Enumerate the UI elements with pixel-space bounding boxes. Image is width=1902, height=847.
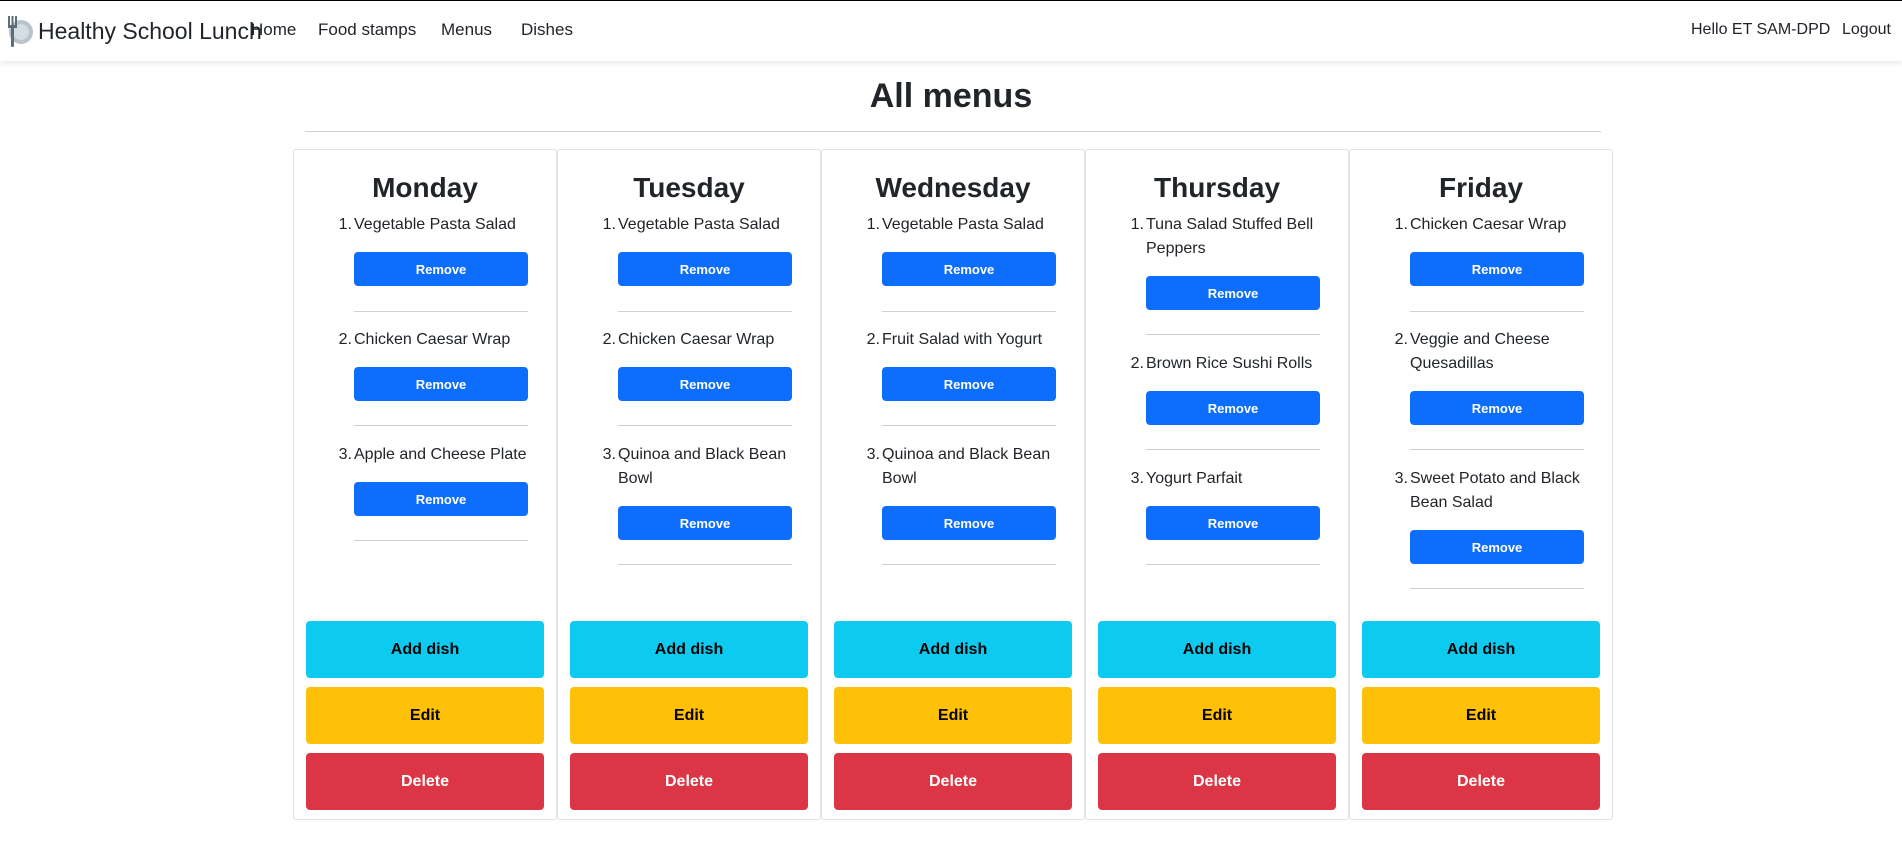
delete-menu-button[interactable]: Delete <box>1362 753 1600 810</box>
navbar: Healthy School Lunch Home Food stamps Me… <box>0 0 1902 61</box>
edit-menu-button[interactable]: Edit <box>1098 687 1336 744</box>
dish-divider <box>1410 588 1584 589</box>
menu-card-tuesday: Tuesday 1. Vegetable Pasta Salad Remove 2… <box>557 149 821 820</box>
dish-number: 2. <box>1130 355 1144 372</box>
dish-divider <box>354 425 528 426</box>
remove-dish-button[interactable]: Remove <box>618 506 792 540</box>
day-title: Tuesday <box>633 172 745 203</box>
dish-number: 2. <box>602 331 616 348</box>
menu-card-wednesday: Wednesday 1. Vegetable Pasta Salad Remove… <box>821 149 1085 820</box>
delete-menu-button[interactable]: Delete <box>1098 753 1336 810</box>
dish-number: 2. <box>1394 331 1408 348</box>
dish-number: 1. <box>1394 216 1408 233</box>
dish-divider <box>1146 449 1320 450</box>
dish-name: Vegetable Pasta Salad <box>354 216 516 233</box>
delete-menu-button[interactable]: Delete <box>306 753 544 810</box>
dish-name: Brown Rice Sushi Rolls <box>1146 355 1313 372</box>
menu-card-thursday: Thursday 1. Tuna Salad Stuffed Bell Peppe… <box>1085 149 1349 820</box>
dish-number: 1. <box>866 216 880 233</box>
plate-fork-icon <box>8 16 33 47</box>
dish-name: Chicken Caesar Wrap <box>354 331 511 348</box>
dish-number: 1. <box>1130 216 1144 233</box>
remove-dish-button[interactable]: Remove <box>882 506 1056 540</box>
logout-link[interactable]: Logout <box>1842 21 1891 39</box>
dish-divider <box>618 425 792 426</box>
dish-name: Vegetable Pasta Salad <box>618 216 780 233</box>
dish-name: Vegetable Pasta Salad <box>882 216 1044 233</box>
remove-dish-button[interactable]: Remove <box>354 367 528 401</box>
menu-card-monday: Monday 1. Vegetable Pasta Salad Remove 2.… <box>293 149 557 820</box>
dish-divider <box>354 311 528 312</box>
remove-dish-button[interactable]: Remove <box>1146 391 1320 425</box>
remove-dish-button[interactable]: Remove <box>1410 391 1584 425</box>
dish-number: 2. <box>866 331 880 348</box>
remove-dish-button[interactable]: Remove <box>882 367 1056 401</box>
brand-title: Healthy School Lunch <box>38 17 262 44</box>
add-dish-button[interactable]: Add dish <box>1362 621 1600 678</box>
remove-dish-button[interactable]: Remove <box>882 252 1056 286</box>
brand-link[interactable]: Healthy School Lunch <box>4 13 262 49</box>
dish-name: Yogurt Parfait <box>1146 470 1243 487</box>
dish-name: Quinoa and Black Bean Bowl <box>618 446 787 487</box>
delete-menu-button[interactable]: Delete <box>570 753 808 810</box>
dish-divider <box>882 425 1056 426</box>
edit-menu-button[interactable]: Edit <box>306 687 544 744</box>
add-dish-button[interactable]: Add dish <box>570 621 808 678</box>
edit-menu-button[interactable]: Edit <box>834 687 1072 744</box>
remove-dish-button[interactable]: Remove <box>1410 530 1584 564</box>
remove-dish-button[interactable]: Remove <box>618 367 792 401</box>
nav-food-stamps[interactable]: Food stamps <box>318 20 416 40</box>
page-title: All menus <box>869 77 1033 115</box>
dish-divider <box>1146 334 1320 335</box>
dish-name: Veggie and Cheese Quesadillas <box>1410 331 1550 372</box>
dish-number: 3. <box>1130 470 1144 487</box>
dish-number: 3. <box>338 446 352 463</box>
dish-name: Apple and Cheese Plate <box>354 446 527 463</box>
day-title: Wednesday <box>875 172 1031 203</box>
add-dish-button[interactable]: Add dish <box>834 621 1072 678</box>
dish-name: Quinoa and Black Bean Bowl <box>882 446 1051 487</box>
dish-name: Chicken Caesar Wrap <box>1410 216 1567 233</box>
dish-name: Fruit Salad with Yogurt <box>882 331 1043 348</box>
dish-divider <box>1146 564 1320 565</box>
dish-number: 2. <box>338 331 352 348</box>
dish-divider <box>1410 449 1584 450</box>
delete-menu-button[interactable]: Delete <box>834 753 1072 810</box>
remove-dish-button[interactable]: Remove <box>1410 252 1584 286</box>
edit-menu-button[interactable]: Edit <box>1362 687 1600 744</box>
day-title: Monday <box>372 172 478 203</box>
dish-name: Chicken Caesar Wrap <box>618 331 775 348</box>
day-title: Thursday <box>1153 172 1281 203</box>
dish-number: 1. <box>338 216 352 233</box>
dish-number: 3. <box>866 446 880 463</box>
dish-number: 3. <box>1394 470 1408 487</box>
dish-divider <box>882 564 1056 565</box>
add-dish-button[interactable]: Add dish <box>1098 621 1336 678</box>
user-greeting: Hello ET SAM-DPD <box>1691 21 1831 38</box>
remove-dish-button[interactable]: Remove <box>618 252 792 286</box>
day-title: Friday <box>1438 172 1524 203</box>
remove-dish-button[interactable]: Remove <box>1146 506 1320 540</box>
title-divider <box>305 131 1601 132</box>
dish-name: Sweet Potato and Black Bean Salad <box>1410 470 1580 511</box>
dish-divider <box>618 564 792 565</box>
remove-dish-button[interactable]: Remove <box>1146 276 1320 310</box>
dish-divider <box>1410 311 1584 312</box>
nav-home[interactable]: Home <box>251 20 296 40</box>
dish-divider <box>618 311 792 312</box>
menu-card-friday: Friday 1. Chicken Caesar Wrap Remove 2. Ve… <box>1349 149 1613 820</box>
remove-dish-button[interactable]: Remove <box>354 482 528 516</box>
dish-name: Tuna Salad Stuffed Bell Peppers <box>1146 216 1314 257</box>
dish-number: 1. <box>602 216 616 233</box>
add-dish-button[interactable]: Add dish <box>306 621 544 678</box>
nav-dishes[interactable]: Dishes <box>521 20 573 40</box>
remove-dish-button[interactable]: Remove <box>354 252 528 286</box>
nav-menus[interactable]: Menus <box>441 20 492 40</box>
dish-divider <box>354 540 528 541</box>
edit-menu-button[interactable]: Edit <box>570 687 808 744</box>
dish-number: 3. <box>602 446 616 463</box>
dish-divider <box>882 311 1056 312</box>
